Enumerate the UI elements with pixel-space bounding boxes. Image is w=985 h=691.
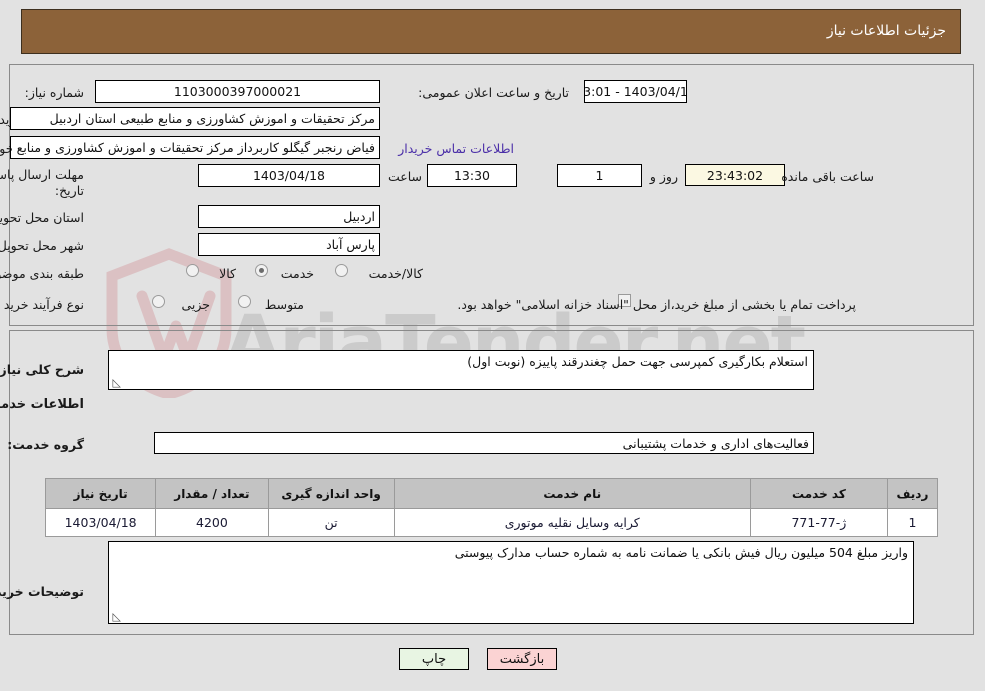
radio-process-motavaset-label: متوسط [265, 297, 305, 312]
buyer-org-value: مرکز تحقیقات و اموزش کشاورزی و منابع طبی… [11, 107, 381, 130]
th-need-date: تاریخ نیاز [45, 478, 158, 509]
radio-process-jozei[interactable] [153, 295, 166, 308]
need-info-panel [10, 64, 975, 326]
radio-category-khedmat-label: خدمت [281, 266, 315, 281]
need-number-label: شماره نیاز: [25, 85, 85, 100]
services-table: ردیف کد خدمت نام خدمت واحد اندازه گیری ت… [45, 478, 940, 537]
deadline-label-line2: تاریخ: [55, 183, 85, 198]
province-value: اردبیل [199, 205, 381, 228]
th-service-name: نام خدمت [394, 478, 752, 509]
radio-process-jozei-label: جزیی [182, 297, 211, 312]
radio-process-motavaset[interactable] [239, 295, 252, 308]
radio-category-kala-label: کالا [220, 266, 237, 281]
th-unit: واحد اندازه گیری [268, 478, 396, 509]
buyer-notes-value: واریز مبلغ 504 میلیون ریال فیش بانکی یا … [455, 545, 909, 560]
page-title: جزئیات اطلاعات نیاز [827, 23, 947, 39]
buyer-notes-textarea[interactable]: واریز مبلغ 504 میلیون ریال فیش بانکی یا … [109, 541, 915, 624]
need-summary-textarea[interactable]: استعلام بکارگیری کمپرسی جهت حمل چغندرقند… [109, 350, 815, 390]
city-label: شهر محل تحویل: [0, 238, 85, 253]
public-announce-value: 13:01 - 1403/04/16 [585, 80, 688, 103]
hour-value: 13:30 [428, 164, 518, 187]
radio-category-kala[interactable] [187, 264, 200, 277]
page-header: جزئیات اطلاعات نیاز [22, 9, 962, 54]
th-service-code: کد خدمت [750, 478, 889, 509]
service-group-label: گروه خدمت: [8, 437, 85, 452]
need-summary-label: شرح کلی نیاز: [0, 362, 85, 377]
need-number-value: 1103000397000021 [96, 80, 381, 103]
buyer-contact-link[interactable]: اطلاعات تماس خریدار [399, 141, 515, 156]
hour-label: ساعت [388, 169, 423, 184]
td-service-name: کرایه وسایل نقلیه موتوری [394, 508, 752, 537]
days-label: روز و [650, 169, 679, 184]
th-quantity: تعداد / مقدار [156, 478, 270, 509]
services-section-title: اطلاعات خدمات مورد نیاز [0, 397, 85, 412]
need-summary-value: استعلام بکارگیری کمپرسی جهت حمل چغندرقند… [468, 354, 809, 369]
radio-category-kala-khedmat-label: کالا/خدمت [369, 266, 424, 281]
need-details-page: AriaTender.net جزئیات اطلاعات نیاز شماره… [0, 0, 985, 691]
city-value: پارس آباد [199, 233, 381, 256]
print-button[interactable]: چاپ [400, 648, 470, 670]
countdown-value: 23:43:02 [686, 164, 786, 186]
countdown-label: ساعت باقی مانده [782, 169, 875, 184]
resize-grip-icon-2[interactable]: ◺ [112, 611, 122, 622]
table-header-row: ردیف کد خدمت نام خدمت واحد اندازه گیری ت… [45, 478, 940, 509]
radio-category-kala-khedmat[interactable] [336, 264, 349, 277]
days-value: 1 [558, 164, 643, 187]
creator-value: فیاض رنجبر گیگلو کاربرداز مرکز تحقیقات و… [11, 136, 381, 159]
resize-grip-icon[interactable]: ◺ [112, 377, 122, 388]
public-announce-label: تاریخ و ساعت اعلان عمومی: [419, 85, 570, 100]
deadline-label-line1: مهلت ارسال پاسخ: تا [0, 167, 85, 182]
back-button[interactable]: بازگشت [488, 648, 558, 670]
table-row: 1 ژ-77-771 کرایه وسایل نقلیه موتوری تن 4… [45, 508, 940, 537]
treasury-bonds-text: پرداخت تمام یا بخشی از مبلغ خرید،از محل … [458, 297, 857, 312]
process-label: نوع فرآیند خرید : [0, 297, 85, 312]
td-row-no: 1 [887, 508, 940, 537]
td-need-date: 1403/04/18 [45, 508, 158, 537]
td-unit: تن [268, 508, 396, 537]
td-service-code: ژ-77-771 [750, 508, 889, 537]
province-label: استان محل تحویل: [0, 210, 85, 225]
category-label: طبقه بندی موضوعی: [0, 266, 85, 281]
buyer-notes-label: توضیحات خریدار: [0, 584, 85, 599]
deadline-date-value: 1403/04/18 [199, 164, 381, 187]
radio-category-khedmat[interactable] [256, 264, 269, 277]
service-group-value: فعالیت‌های اداری و خدمات پشتیبانی [155, 432, 815, 454]
th-row-no: ردیف [887, 478, 940, 509]
td-quantity: 4200 [156, 508, 270, 537]
